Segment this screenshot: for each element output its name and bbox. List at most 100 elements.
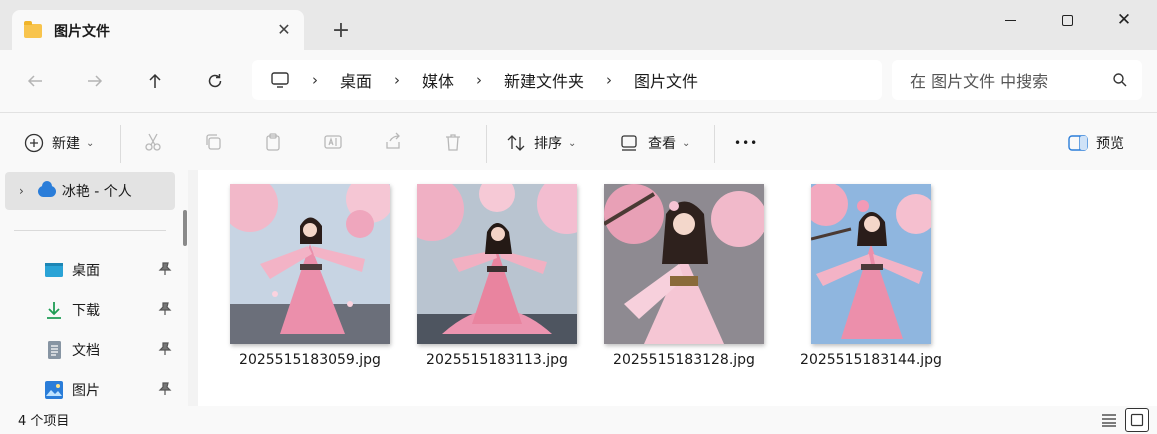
new-button[interactable]: 新建 ⌄ <box>24 129 94 157</box>
forward-arrow-icon <box>88 75 103 87</box>
image-thumbnail[interactable] <box>417 184 577 344</box>
sidebar-item-pictures[interactable]: 图片 <box>44 378 174 402</box>
breadcrumb-pictures[interactable]: 图片文件 <box>634 68 698 92</box>
close-window-button[interactable]: ✕ <box>1111 8 1137 32</box>
tab-pictures[interactable]: 图片文件 ✕ <box>12 10 304 52</box>
delete-button[interactable] <box>442 131 464 153</box>
sidebar-divider <box>14 230 166 231</box>
breadcrumb-new-folder[interactable]: 新建文件夹 <box>504 68 584 92</box>
image-thumbnail[interactable] <box>230 184 390 344</box>
file-name[interactable]: 2025515183113.jpg <box>408 352 586 368</box>
sidebar-item-desktop[interactable]: 桌面 <box>44 258 174 282</box>
search-placeholder: 在 图片文件 中搜索 <box>910 72 1049 91</box>
paste-icon <box>266 133 280 151</box>
minimize-icon <box>1004 19 1016 21</box>
minimize-button[interactable] <box>997 8 1023 32</box>
tiles-view-icon <box>1130 413 1144 427</box>
computer-icon <box>271 72 289 88</box>
desktop-icon <box>45 263 63 277</box>
pictures-icon <box>45 381 63 399</box>
up-arrow-icon <box>149 73 161 88</box>
details-view-button[interactable] <box>1097 408 1121 432</box>
file-view: 2025515183059.jpg 2025515183113.jpg 2025… <box>198 170 1157 406</box>
tab-close-button[interactable]: ✕ <box>276 22 292 38</box>
share-icon <box>386 132 400 149</box>
copy-button[interactable] <box>202 131 224 153</box>
file-name[interactable]: 2025515183059.jpg <box>221 352 399 368</box>
pin-icon <box>158 342 172 355</box>
forward-button[interactable] <box>80 66 110 96</box>
sidebar-item-onedrive[interactable]: › 冰艳 - 个人 <box>5 172 175 210</box>
pin-icon <box>158 382 172 395</box>
file-item[interactable]: 2025515183128.jpg <box>595 184 773 368</box>
cut-button[interactable] <box>142 131 164 153</box>
file-item[interactable]: 2025515183144.jpg <box>782 184 960 368</box>
more-icon: ••• <box>734 136 759 150</box>
more-options-button[interactable]: ••• <box>734 129 758 157</box>
navigation-pane: › 冰艳 - 个人 桌面 下载 文档 图片 <box>0 170 188 406</box>
sidebar-item-label: 文档 <box>72 343 100 359</box>
view-button[interactable]: 查看 ⌄ <box>620 129 690 157</box>
address-row: › 桌面 › 媒体 › 新建文件夹 › 图片文件 在 图片文件 中搜索 <box>0 50 1157 112</box>
large-icons-view-button[interactable] <box>1125 408 1149 432</box>
file-item[interactable]: 2025515183059.jpg <box>221 184 399 368</box>
paste-button[interactable] <box>262 131 284 153</box>
expand-chevron-icon[interactable]: › <box>19 184 24 198</box>
item-count: 4 个项目 <box>18 414 70 429</box>
plus-circle-icon <box>24 133 44 153</box>
download-icon <box>47 302 61 319</box>
sidebar-item-downloads[interactable]: 下载 <box>44 298 174 322</box>
new-tab-button[interactable]: + <box>328 18 354 44</box>
rename-button[interactable] <box>322 131 344 153</box>
close-icon: ✕ <box>1116 10 1132 30</box>
divider <box>486 125 487 163</box>
sort-button[interactable]: 排序 ⌄ <box>506 129 576 157</box>
refresh-button[interactable] <box>200 66 230 96</box>
sidebar-item-documents[interactable]: 文档 <box>44 338 174 362</box>
file-name[interactable]: 2025515183144.jpg <box>782 352 960 368</box>
sidebar-item-label: 图片 <box>72 383 100 399</box>
file-name[interactable]: 2025515183128.jpg <box>595 352 773 368</box>
cloud-icon <box>37 180 56 197</box>
share-button[interactable] <box>382 131 404 153</box>
onedrive-label: 冰艳 - 个人 <box>61 184 132 200</box>
breadcrumb-chevron: › <box>312 71 318 89</box>
address-bar[interactable]: › 桌面 › 媒体 › 新建文件夹 › 图片文件 <box>252 60 882 100</box>
breadcrumb-media[interactable]: 媒体 <box>422 68 454 92</box>
view-icon <box>621 135 637 151</box>
pin-icon <box>158 262 172 275</box>
refresh-icon <box>208 74 222 88</box>
back-arrow-icon <box>27 75 42 87</box>
new-label: 新建 <box>52 136 80 152</box>
search-icon <box>1113 73 1127 87</box>
maximize-icon <box>1061 14 1073 26</box>
command-bar: 新建 ⌄ 排序 ⌄ 查看 ⌄ ••• 预览 <box>0 112 1157 170</box>
chevron-down-icon: ⌄ <box>568 137 577 149</box>
divider <box>120 125 121 163</box>
search-input[interactable]: 在 图片文件 中搜索 <box>892 60 1142 100</box>
document-icon <box>48 341 61 359</box>
breadcrumb-chevron: › <box>394 71 401 89</box>
image-thumbnail[interactable] <box>604 184 764 344</box>
breadcrumb-desktop[interactable]: 桌面 <box>340 68 372 92</box>
chevron-down-icon: ⌄ <box>86 137 95 149</box>
copy-icon <box>206 134 221 150</box>
tab-title: 图片文件 <box>54 24 110 40</box>
preview-pane-button[interactable]: 预览 <box>1068 129 1124 157</box>
sort-icon <box>507 135 525 151</box>
maximize-button[interactable] <box>1054 8 1080 32</box>
back-button[interactable] <box>20 66 50 96</box>
sidebar-scrollbar[interactable] <box>183 210 187 246</box>
preview-pane-icon <box>1068 135 1088 151</box>
image-thumbnail[interactable] <box>811 184 931 344</box>
file-item[interactable]: 2025515183113.jpg <box>408 184 586 368</box>
cut-icon <box>145 133 161 151</box>
divider <box>714 125 715 163</box>
chevron-down-icon: ⌄ <box>682 137 691 149</box>
view-label: 查看 <box>648 136 676 152</box>
up-button[interactable] <box>140 66 170 96</box>
list-view-icon <box>1102 414 1116 427</box>
status-bar: 4 个项目 <box>0 406 1157 434</box>
pin-icon <box>158 302 172 315</box>
trash-icon <box>446 134 460 151</box>
